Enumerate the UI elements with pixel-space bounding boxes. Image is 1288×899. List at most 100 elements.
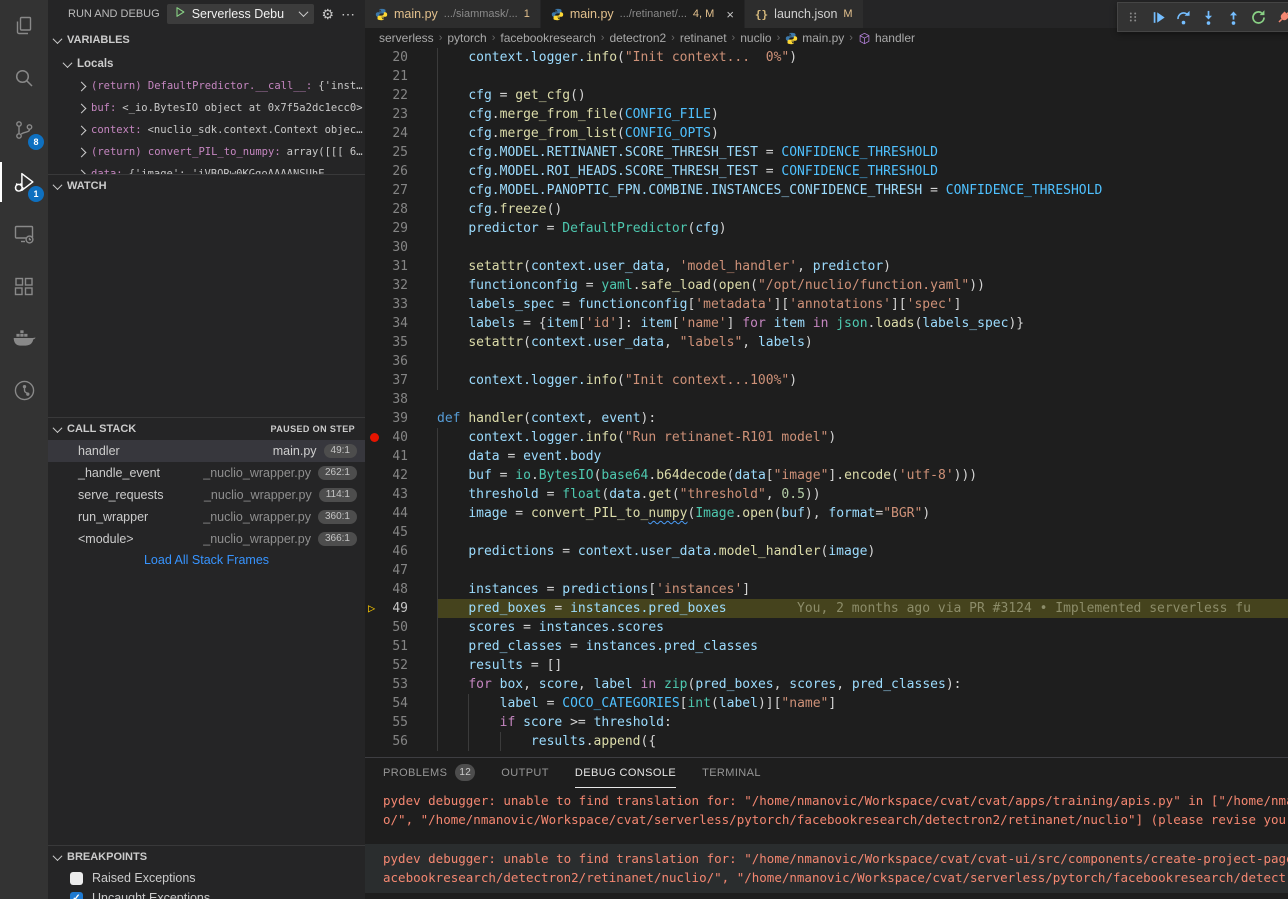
step-over-button[interactable] bbox=[1172, 6, 1194, 28]
stack-frame-row[interactable]: run_wrapper_nuclio_wrapper.py360:1 bbox=[48, 506, 365, 528]
gutter[interactable]: 35 bbox=[365, 333, 437, 352]
disconnect-button[interactable] bbox=[1272, 6, 1288, 28]
gutter[interactable]: 33 bbox=[365, 295, 437, 314]
code-line-26[interactable]: 26 cfg.MODEL.ROI_HEADS.SCORE_THRESH_TEST… bbox=[365, 162, 1288, 181]
gutter[interactable]: 28 bbox=[365, 200, 437, 219]
gutter[interactable]: 40 bbox=[365, 428, 437, 447]
code-editor[interactable]: 20 context.logger.info("Init context... … bbox=[365, 48, 1288, 757]
code-line-39[interactable]: 39def handler(context, event): bbox=[365, 409, 1288, 428]
code-line-45[interactable]: 45 bbox=[365, 523, 1288, 542]
activity-item-remote-explorer[interactable] bbox=[0, 208, 48, 260]
breadcrumb-item-handler[interactable]: handler bbox=[858, 31, 915, 45]
debug-config-select[interactable]: Serverless Debu bbox=[167, 4, 315, 24]
code-line-49[interactable]: ▷49 pred_boxes = instances.pred_boxesYou… bbox=[365, 599, 1288, 618]
gutter[interactable]: 25 bbox=[365, 143, 437, 162]
code-line-38[interactable]: 38 bbox=[365, 390, 1288, 409]
breadcrumb-item-main.py[interactable]: main.py bbox=[785, 31, 844, 45]
checkbox-unchecked[interactable] bbox=[70, 872, 83, 885]
panel-tab-terminal[interactable]: TERMINAL bbox=[702, 758, 761, 788]
code-line-28[interactable]: 28 cfg.freeze() bbox=[365, 200, 1288, 219]
gutter[interactable]: 38 bbox=[365, 390, 437, 409]
gutter[interactable]: 56 bbox=[365, 732, 437, 751]
breadcrumb-item-serverless[interactable]: serverless bbox=[379, 31, 434, 45]
variable-row[interactable]: (return) convert_PIL_to_numpy:array([[[ … bbox=[48, 141, 365, 163]
activity-item-run-and-debug[interactable]: 1 bbox=[0, 156, 48, 208]
code-line-41[interactable]: 41 data = event.body bbox=[365, 447, 1288, 466]
gutter[interactable]: 45 bbox=[365, 523, 437, 542]
gutter[interactable]: ▷49 bbox=[365, 599, 437, 618]
activity-item-source-control[interactable]: 8 bbox=[0, 104, 48, 156]
panel-tab-debug-console[interactable]: DEBUG CONSOLE bbox=[575, 758, 676, 788]
gutter[interactable]: 37 bbox=[365, 371, 437, 390]
activity-item-search[interactable] bbox=[0, 52, 48, 104]
activity-item-explorer[interactable] bbox=[0, 0, 48, 52]
gutter[interactable]: 51 bbox=[365, 637, 437, 656]
gutter[interactable]: 31 bbox=[365, 257, 437, 276]
breadcrumb-item-detectron2[interactable]: detectron2 bbox=[609, 31, 666, 45]
code-line-52[interactable]: 52 results = [] bbox=[365, 656, 1288, 675]
close-icon[interactable]: × bbox=[726, 7, 734, 22]
gutter[interactable]: 36 bbox=[365, 352, 437, 371]
breakpoint-row[interactable]: ✓Uncaught Exceptions bbox=[48, 888, 365, 899]
code-line-21[interactable]: 21 bbox=[365, 67, 1288, 86]
variable-row[interactable]: data:{'image': 'iVBORw0KGgoAAAANSUhE… bbox=[48, 163, 365, 174]
code-line-23[interactable]: 23 cfg.merge_from_file(CONFIG_FILE) bbox=[365, 105, 1288, 124]
code-line-42[interactable]: 42 buf = io.BytesIO(base64.b64decode(dat… bbox=[365, 466, 1288, 485]
variables-section-header[interactable]: VARIABLES bbox=[48, 27, 365, 53]
stack-frame-row[interactable]: serve_requests_nuclio_wrapper.py114:1 bbox=[48, 484, 365, 506]
code-line-34[interactable]: 34 labels = {item['id']: item['name'] fo… bbox=[365, 314, 1288, 333]
code-line-54[interactable]: 54 label = COCO_CATEGORIES[int(label)]["… bbox=[365, 694, 1288, 713]
code-line-44[interactable]: 44 image = convert_PIL_to_numpy(Image.op… bbox=[365, 504, 1288, 523]
code-line-29[interactable]: 29 predictor = DefaultPredictor(cfg) bbox=[365, 219, 1288, 238]
continue-button[interactable] bbox=[1147, 6, 1169, 28]
gutter[interactable]: 23 bbox=[365, 105, 437, 124]
gear-icon[interactable]: ⚙ bbox=[321, 7, 334, 21]
code-line-27[interactable]: 27 cfg.MODEL.PANOPTIC_FPN.COMBINE.INSTAN… bbox=[365, 181, 1288, 200]
panel-tab-output[interactable]: OUTPUT bbox=[501, 758, 549, 788]
gutter[interactable]: 27 bbox=[365, 181, 437, 200]
breadcrumb-item-facebookresearch[interactable]: facebookresearch bbox=[500, 31, 595, 45]
code-line-47[interactable]: 47 bbox=[365, 561, 1288, 580]
breakpoint-icon[interactable] bbox=[370, 433, 379, 442]
gutter[interactable]: 39 bbox=[365, 409, 437, 428]
code-line-30[interactable]: 30 bbox=[365, 238, 1288, 257]
code-line-31[interactable]: 31 setattr(context.user_data, 'model_han… bbox=[365, 257, 1288, 276]
stack-frame-row[interactable]: <module>_nuclio_wrapper.py366:1 bbox=[48, 528, 365, 550]
code-line-43[interactable]: 43 threshold = float(data.get("threshold… bbox=[365, 485, 1288, 504]
code-line-32[interactable]: 32 functionconfig = yaml.safe_load(open(… bbox=[365, 276, 1288, 295]
editor-tab-launch.json[interactable]: {}launch.jsonM bbox=[745, 0, 864, 28]
variable-row[interactable]: buf:<_io.BytesIO object at 0x7f5a2dc1ecc… bbox=[48, 97, 365, 119]
gutter[interactable]: 55 bbox=[365, 713, 437, 732]
code-line-36[interactable]: 36 bbox=[365, 352, 1288, 371]
load-all-stack-frames-link[interactable]: Load All Stack Frames bbox=[48, 550, 365, 570]
gutter[interactable]: 46 bbox=[365, 542, 437, 561]
stack-frame-row[interactable]: handlermain.py49:1 bbox=[48, 440, 365, 462]
panel-tab-problems[interactable]: PROBLEMS12 bbox=[383, 758, 475, 788]
variable-row[interactable]: (return) DefaultPredictor.__call__:{'ins… bbox=[48, 75, 365, 97]
breadcrumb-item-nuclio[interactable]: nuclio bbox=[740, 31, 771, 45]
activity-item-extensions[interactable] bbox=[0, 260, 48, 312]
code-line-51[interactable]: 51 pred_classes = instances.pred_classes bbox=[365, 637, 1288, 656]
gutter[interactable]: 42 bbox=[365, 466, 437, 485]
gutter[interactable]: 34 bbox=[365, 314, 437, 333]
more-actions-icon[interactable]: ⋯ bbox=[341, 7, 355, 21]
code-line-50[interactable]: 50 scores = instances.scores bbox=[365, 618, 1288, 637]
watch-section-header[interactable]: WATCH bbox=[48, 174, 365, 197]
code-line-22[interactable]: 22 cfg = get_cfg() bbox=[365, 86, 1288, 105]
gutter[interactable]: 30 bbox=[365, 238, 437, 257]
gutter[interactable]: 43 bbox=[365, 485, 437, 504]
gutter[interactable]: 41 bbox=[365, 447, 437, 466]
scope-locals[interactable]: Locals bbox=[48, 53, 365, 75]
gutter[interactable]: 22 bbox=[365, 86, 437, 105]
breadcrumb-item-retinanet[interactable]: retinanet bbox=[680, 31, 727, 45]
code-line-20[interactable]: 20 context.logger.info("Init context... … bbox=[365, 48, 1288, 67]
breadcrumb-item-pytorch[interactable]: pytorch bbox=[447, 31, 486, 45]
gutter[interactable]: 52 bbox=[365, 656, 437, 675]
gutter[interactable]: 50 bbox=[365, 618, 437, 637]
code-line-48[interactable]: 48 instances = predictions['instances'] bbox=[365, 580, 1288, 599]
gutter[interactable]: 53 bbox=[365, 675, 437, 694]
gutter[interactable]: 21 bbox=[365, 67, 437, 86]
activity-item-docker[interactable] bbox=[0, 312, 48, 364]
code-line-56[interactable]: 56 results.append({ bbox=[365, 732, 1288, 751]
activity-item-git-graph[interactable] bbox=[0, 364, 48, 416]
